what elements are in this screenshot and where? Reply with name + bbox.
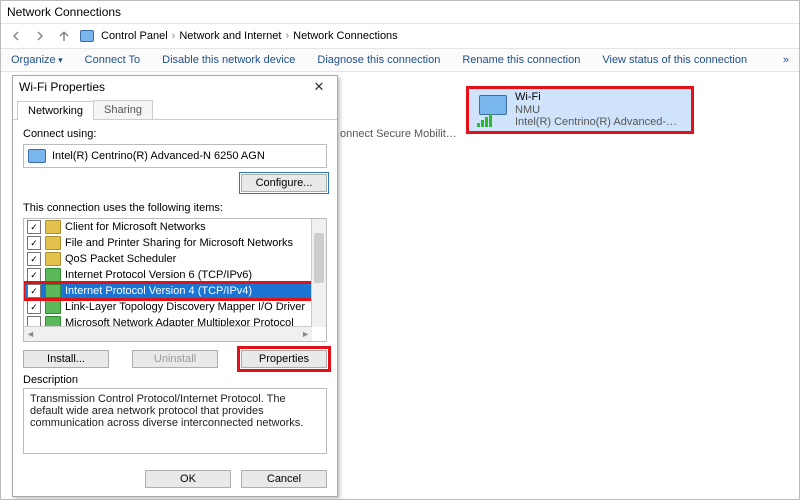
dialog-button-row: OK Cancel	[145, 470, 327, 488]
checkbox-icon[interactable]	[27, 220, 41, 234]
tab-sharing[interactable]: Sharing	[93, 100, 153, 119]
command-bar: Organize Connect To Disable this network…	[1, 49, 799, 72]
install-button[interactable]: Install...	[23, 350, 109, 368]
toolbar-view-status[interactable]: View status of this connection	[602, 54, 747, 66]
wifi-icon	[475, 93, 509, 127]
cancel-button[interactable]: Cancel	[241, 470, 327, 488]
vertical-scrollbar[interactable]	[311, 219, 326, 327]
configure-button[interactable]: Configure...	[241, 174, 327, 192]
toolbar-rename[interactable]: Rename this connection	[462, 54, 580, 66]
protocol-list[interactable]: Client for Microsoft Networks File and P…	[23, 218, 327, 342]
service-icon	[45, 236, 61, 250]
dialog-titlebar: Wi-Fi Properties ✕	[13, 76, 337, 98]
uninstall-button: Uninstall	[132, 350, 218, 368]
chevron-right-icon: ›	[172, 30, 176, 42]
background-item-text: onnect Secure Mobilit…	[340, 128, 457, 140]
adapter-field: Intel(R) Centrino(R) Advanced-N 6250 AGN	[23, 144, 327, 168]
content-area: onnect Secure Mobilit… Wi-Fi NMU Intel(R…	[1, 72, 799, 500]
nav-forward-icon[interactable]	[31, 27, 49, 45]
description-text: Transmission Control Protocol/Internet P…	[23, 388, 327, 454]
list-item: Client for Microsoft Networks	[24, 219, 326, 235]
nav-up-icon[interactable]	[55, 27, 73, 45]
checkbox-icon[interactable]	[27, 236, 41, 250]
horizontal-scrollbar[interactable]: ◄►	[24, 326, 312, 341]
list-item: File and Printer Sharing for Microsoft N…	[24, 235, 326, 251]
protocol-icon	[45, 300, 61, 314]
connection-ssid: NMU	[515, 104, 683, 117]
chevron-right-icon: ›	[285, 30, 289, 42]
window-title: Network Connections	[7, 5, 121, 19]
wifi-properties-dialog: Wi-Fi Properties ✕ Networking Sharing Co…	[12, 75, 338, 497]
adapter-name: Intel(R) Centrino(R) Advanced-N 6250 AGN	[52, 150, 265, 162]
toolbar-diagnose[interactable]: Diagnose this connection	[317, 54, 440, 66]
dialog-tabs: Networking Sharing	[13, 100, 337, 120]
list-item-selected: Internet Protocol Version 4 (TCP/IPv4)	[24, 283, 326, 299]
breadcrumb[interactable]: Control Panel › Network and Internet › N…	[101, 30, 398, 42]
breadcrumb-part[interactable]: Control Panel	[101, 30, 168, 42]
connection-tile-wifi[interactable]: Wi-Fi NMU Intel(R) Centrino(R) Advanced-…	[466, 86, 694, 134]
tab-networking[interactable]: Networking	[17, 101, 94, 120]
checkbox-icon[interactable]	[27, 284, 41, 298]
description-label: Description	[23, 374, 327, 386]
connection-meta: Wi-Fi NMU Intel(R) Centrino(R) Advanced-…	[515, 91, 683, 129]
list-item: Link-Layer Topology Discovery Mapper I/O…	[24, 299, 326, 315]
dialog-title: Wi-Fi Properties	[19, 80, 105, 94]
items-label: This connection uses the following items…	[23, 202, 327, 214]
connect-using-label: Connect using:	[23, 128, 327, 140]
service-icon	[45, 252, 61, 266]
toolbar-disable[interactable]: Disable this network device	[162, 54, 295, 66]
breadcrumb-part[interactable]: Network and Internet	[179, 30, 281, 42]
network-adapter-icon	[28, 149, 46, 163]
window-titlebar: Network Connections	[1, 1, 799, 24]
nav-back-icon[interactable]	[7, 27, 25, 45]
protocol-button-row: Install... Uninstall Properties	[23, 350, 327, 368]
connection-adapter: Intel(R) Centrino(R) Advanced-N ...	[515, 116, 683, 129]
control-panel-icon	[79, 29, 95, 43]
list-item: Internet Protocol Version 6 (TCP/IPv6)	[24, 267, 326, 283]
checkbox-icon[interactable]	[27, 252, 41, 266]
toolbar-connect-to[interactable]: Connect To	[85, 54, 140, 66]
connection-name: Wi-Fi	[515, 91, 683, 104]
checkbox-icon[interactable]	[27, 300, 41, 314]
close-icon[interactable]: ✕	[307, 78, 331, 96]
protocol-icon	[45, 284, 61, 298]
toolbar-overflow-icon[interactable]: »	[783, 54, 789, 66]
toolbar-organize[interactable]: Organize	[11, 54, 63, 66]
checkbox-icon[interactable]	[27, 268, 41, 282]
properties-button[interactable]: Properties	[241, 350, 327, 368]
breadcrumb-part[interactable]: Network Connections	[293, 30, 398, 42]
ok-button[interactable]: OK	[145, 470, 231, 488]
explorer-navbar: Control Panel › Network and Internet › N…	[1, 24, 799, 49]
client-icon	[45, 220, 61, 234]
protocol-icon	[45, 268, 61, 282]
list-item: QoS Packet Scheduler	[24, 251, 326, 267]
